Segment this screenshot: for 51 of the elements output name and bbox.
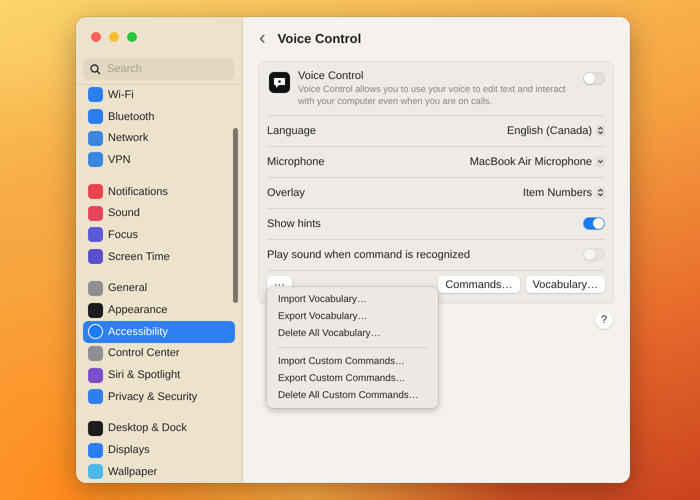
sidebar-item[interactable]: Accessibility [83, 320, 235, 343]
setting-label: Microphone [267, 156, 324, 168]
toggle-switch[interactable] [583, 72, 605, 85]
sidebar-item[interactable]: Wi-Fi [83, 85, 235, 106]
sidebar-item[interactable]: Notifications [83, 180, 235, 202]
sidebar-item[interactable]: General [83, 278, 235, 300]
menu-item[interactable]: Import Vocabulary… [272, 291, 433, 308]
sidebar-item[interactable]: Appearance [83, 299, 235, 321]
help-button[interactable]: ? [595, 311, 613, 329]
search-field[interactable]: Search [107, 60, 227, 78]
popup-button[interactable]: MacBook Air Microphone [470, 156, 605, 168]
popup-button[interactable]: English (Canada) [507, 124, 605, 137]
setting-label: Show hints [267, 218, 321, 230]
menu-item[interactable]: Export Vocabulary… [272, 308, 433, 325]
menu-item[interactable]: Import Custom Commands… [272, 353, 433, 370]
page-title: Voice Control [278, 30, 362, 46]
search-field[interactable]: Search [83, 58, 234, 80]
chevron-down-icon [596, 156, 605, 168]
sidebar-item[interactable]: Network [83, 127, 235, 150]
close-button[interactable] [91, 32, 101, 42]
sidebar-item[interactable]: Displays [83, 439, 235, 461]
menu-item[interactable]: Delete All Custom Commands… [272, 387, 433, 404]
sidebar-item[interactable]: Wallpaper [83, 461, 235, 483]
scrollbar[interactable] [233, 128, 238, 303]
menu-item[interactable]: Delete All Vocabulary… [272, 325, 433, 342]
back-button[interactable]: ‹ [259, 28, 266, 48]
sidebar-item[interactable]: Bluetooth [83, 106, 235, 128]
menu-item[interactable]: Export Custom Commands… [272, 370, 433, 387]
commands-button[interactable]: Commands… [438, 276, 520, 294]
sidebar-item[interactable]: Screen Time [83, 246, 235, 268]
zoom-button[interactable] [127, 32, 137, 42]
setting-label: Language [267, 124, 316, 137]
feature-description: Voice Control allows you to use your voice to edit text and interact with your computer even when you are on calls. [298, 84, 567, 108]
setting-label: Overlay [267, 186, 305, 199]
sidebar-item[interactable]: Control Center [83, 342, 235, 364]
setting-label: Play sound when command is recognized [267, 248, 470, 261]
sidebar-item[interactable]: Siri & Spotlight [83, 364, 235, 386]
search-icon [90, 64, 101, 74]
up-down-chevron-icon [596, 125, 605, 136]
sidebar-item[interactable]: Sound [83, 202, 235, 224]
sidebar-item[interactable]: VPN [83, 149, 235, 171]
speech-bubble-icon [269, 72, 290, 93]
popup-button[interactable]: Item Numbers [522, 186, 605, 199]
sidebar-item[interactable]: Focus [83, 224, 235, 246]
up-down-chevron-icon [596, 187, 605, 198]
feature-title: Voice Control [298, 70, 364, 82]
sidebar-item[interactable]: Privacy & Security [83, 386, 235, 408]
toggle-switch[interactable] [583, 217, 605, 230]
sidebar-item[interactable]: Desktop & Dock [83, 418, 235, 440]
minimize-button[interactable] [109, 32, 119, 42]
vocabulary-button[interactable]: Vocabulary… [526, 276, 605, 294]
